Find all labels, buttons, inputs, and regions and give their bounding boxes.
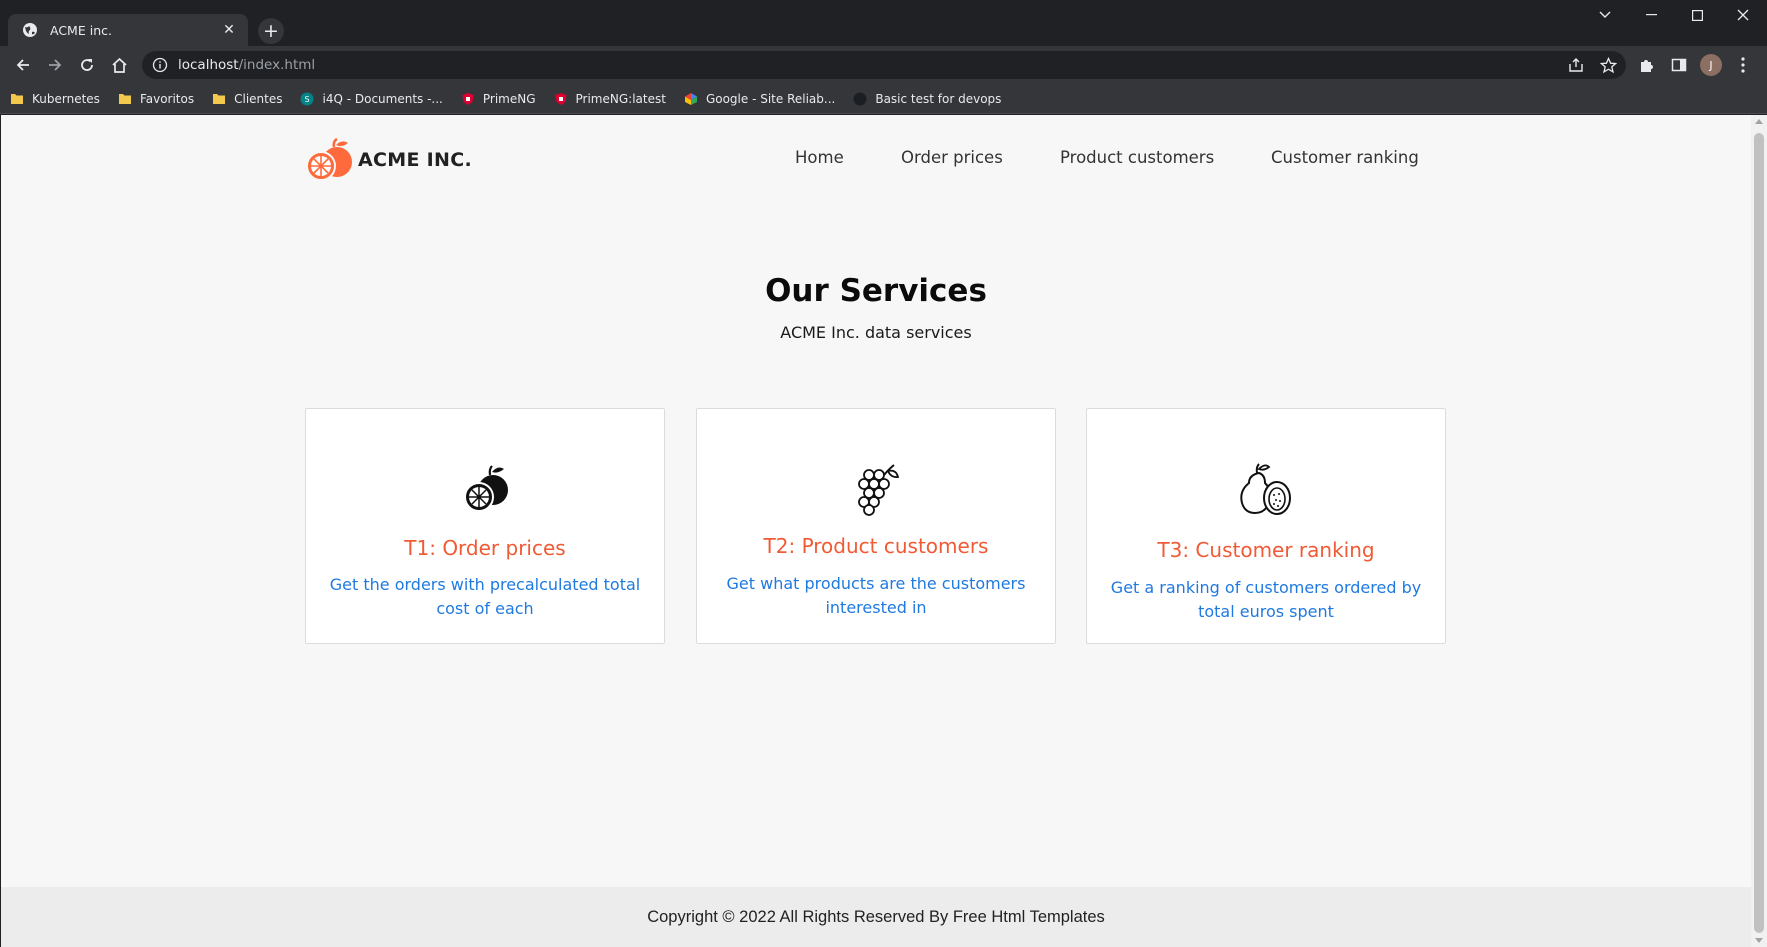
maximize-icon[interactable] [1674,0,1720,30]
address-bar[interactable]: localhost/index.html [142,51,1626,79]
folder-icon [118,93,131,104]
nav-product-customers[interactable]: Product customers [1060,148,1214,167]
bookmark-google-sre[interactable]: Google - Site Reliab... [684,92,835,106]
bookmark-label: Clientes [234,91,283,106]
page-viewport: ACME INC. Home Order prices Product cust… [1,115,1751,947]
bookmark-label: PrimeNG:latest [575,91,666,106]
minimize-icon[interactable] [1628,0,1674,30]
bookmark-clientes[interactable]: Clientes [212,92,282,106]
bookmark-basic-test-devops[interactable]: Basic test for devops [853,92,1001,106]
bookmark-label: Basic test for devops [875,91,1002,106]
bookmark-primeng[interactable]: PrimeNG [461,92,536,106]
orange-logo-icon [306,137,352,181]
bookmark-i4q-documents[interactable]: S i4Q - Documents -... [300,91,443,106]
card-title: T1: Order prices [404,536,566,560]
tab-title: ACME inc. [50,22,112,38]
github-icon [853,92,867,105]
scrollbar-thumb[interactable] [1754,133,1764,933]
new-tab-button[interactable]: + [258,18,284,44]
reload-button[interactable] [72,50,102,80]
url-host: localhost [178,57,239,73]
orange-icon [464,465,508,512]
card-title: T3: Customer ranking [1157,538,1375,562]
back-button[interactable] [8,50,38,80]
close-window-icon[interactable] [1720,0,1766,30]
page-scrollbar[interactable] [1751,115,1767,947]
card-description[interactable]: Get the orders with precalculated total … [326,573,644,621]
brand[interactable]: ACME INC. [304,137,472,183]
page-title: Our Services [765,273,987,309]
card-description[interactable]: Get what products are the customers inte… [717,572,1035,620]
prime-shield-icon [555,92,567,105]
info-icon [152,57,168,73]
home-icon [111,57,127,73]
bookmark-label: Google - Site Reliab... [705,91,836,106]
service-card-order-prices[interactable]: T1: Order prices Get the orders with pre… [305,408,665,644]
share-icon[interactable] [1566,55,1586,75]
brand-name: ACME INC. [358,149,472,171]
service-card-customer-ranking[interactable]: T3: Customer ranking Get a ranking of cu… [1086,408,1446,644]
service-card-product-customers[interactable]: T2: Product customers Get what products … [696,408,1056,644]
nav-order-prices[interactable]: Order prices [901,148,1003,167]
reload-icon [81,59,93,71]
menu-kebab-icon[interactable] [1729,51,1757,79]
side-panel-icon[interactable] [1665,51,1693,79]
tab-close-icon[interactable]: ✕ [220,21,238,39]
prime-shield-icon [462,92,474,105]
nav-home[interactable]: Home [795,148,844,167]
bookmarks-bar: Kubernetes Favoritos Clientes S i4Q - Do… [0,84,1767,114]
grapes-icon [858,464,900,516]
avatar: J [1700,54,1722,76]
home-button[interactable] [104,50,134,80]
svg-text:S: S [305,95,310,104]
arrow-left-icon [16,59,29,71]
copyright-text: Copyright © 2022 All Rights Reserved By … [647,908,1105,926]
url-path: /index.html [238,57,316,73]
guava-icon [1240,463,1291,515]
folder-icon [11,93,23,104]
folder-icon [213,93,226,104]
bookmark-primeng-latest[interactable]: PrimeNG:latest [554,92,666,106]
bookmark-favoritos[interactable]: Favoritos [118,92,194,106]
card-description[interactable]: Get a ranking of customers ordered by to… [1107,576,1425,624]
bookmark-label: Favoritos [139,91,195,106]
bookmark-label: PrimeNG [482,91,536,106]
footer: Copyright © 2022 All Rights Reserved By … [1,887,1751,947]
bookmark-label: Kubernetes [32,91,100,106]
browser-tab[interactable]: ACME inc. ✕ [8,14,248,46]
scroll-up-icon[interactable] [1755,119,1763,124]
tab-search-icon[interactable] [1582,0,1628,30]
extensions-icon[interactable] [1633,51,1661,79]
page-subtitle: ACME Inc. data services [780,323,972,342]
scroll-down-icon[interactable] [1755,938,1763,943]
browser-titlebar: ACME inc. ✕ + [0,0,1767,46]
nav-customer-ranking[interactable]: Customer ranking [1271,148,1419,167]
bookmark-star-icon[interactable] [1598,55,1618,75]
bookmark-kubernetes[interactable]: Kubernetes [10,92,100,106]
forward-button[interactable] [40,50,70,80]
profile-button[interactable]: J [1697,51,1725,79]
card-title: T2: Product customers [763,534,989,558]
bookmark-label: i4Q - Documents -... [322,91,443,106]
globe-icon [23,23,37,37]
arrow-right-icon [49,59,62,71]
sharepoint-icon: S [300,92,314,105]
browser-toolbar: localhost/index.html J [0,46,1767,84]
google-icon [684,92,697,105]
